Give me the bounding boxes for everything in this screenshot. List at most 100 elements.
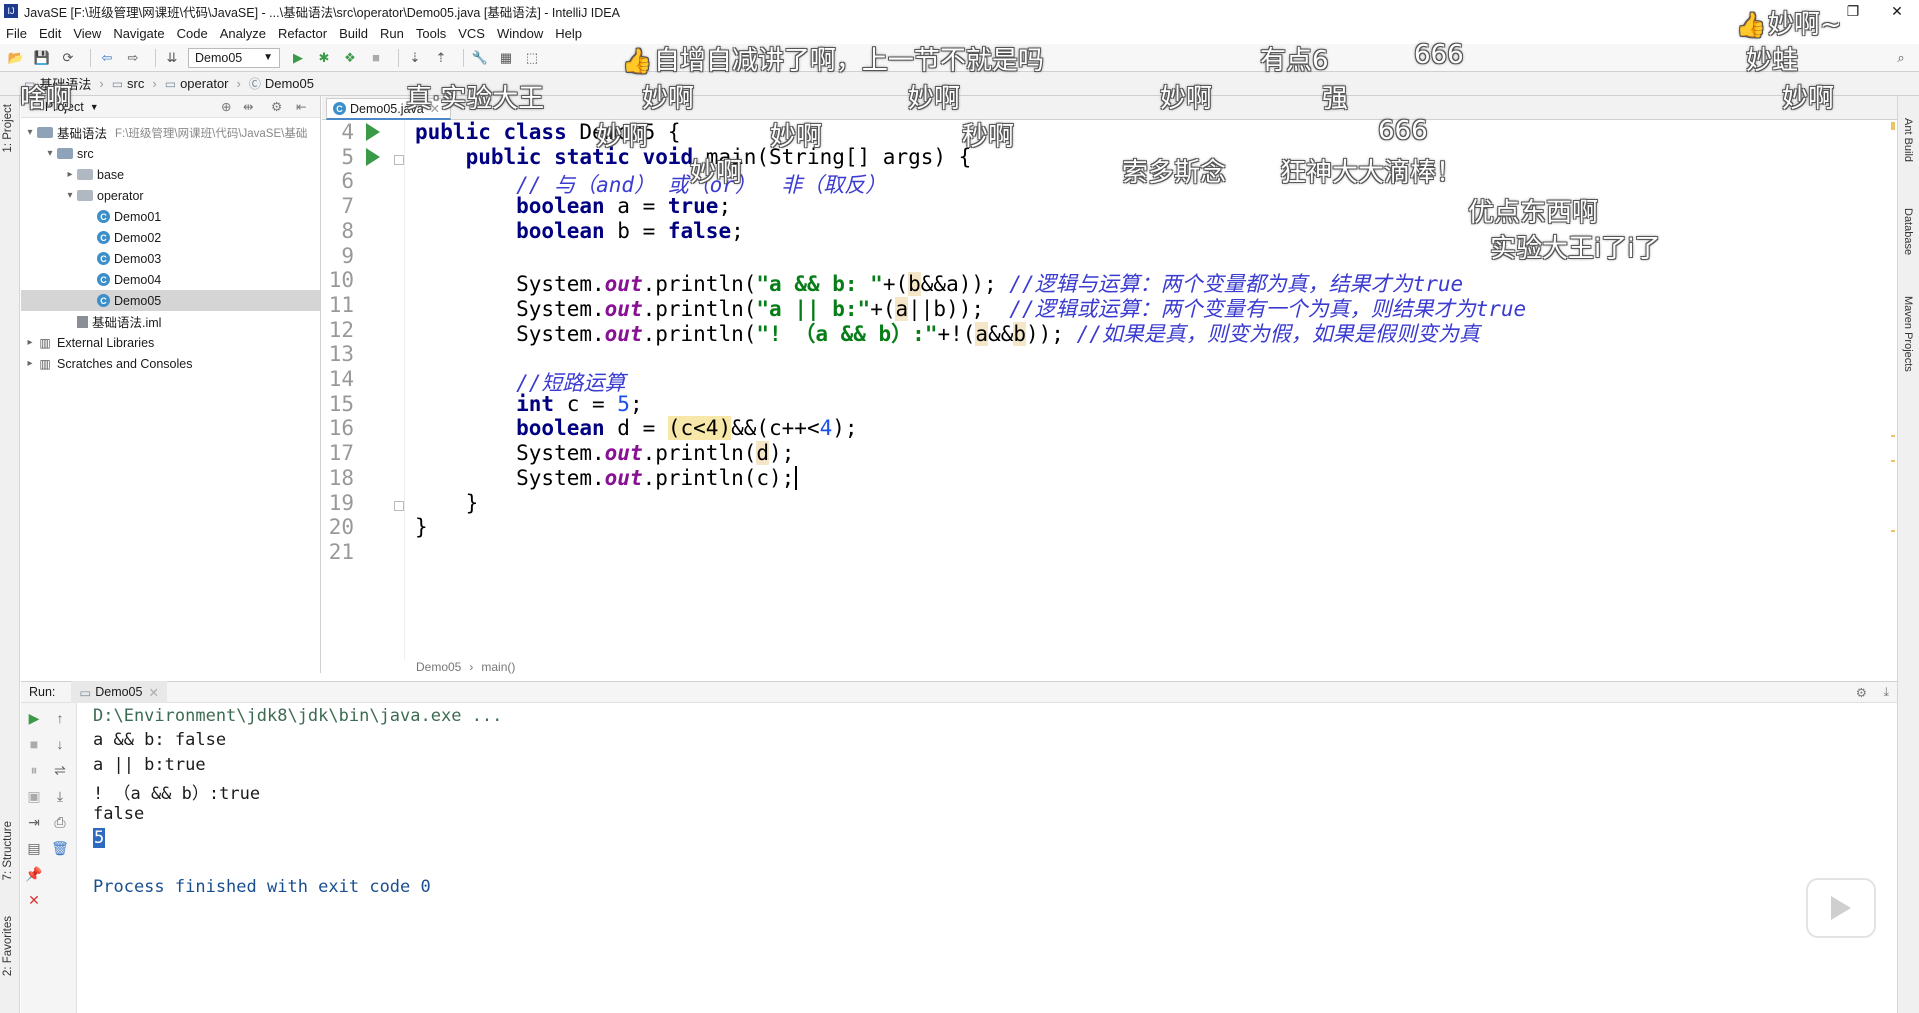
close-window-icon[interactable]: ✕	[1875, 0, 1919, 22]
wrench-icon[interactable]: 🔧	[470, 48, 490, 68]
sdk-icon[interactable]: ⬚	[522, 48, 542, 68]
tree-item[interactable]: ▸ ▥ Scratches and Consoles	[21, 353, 320, 374]
open-folder-icon[interactable]: 📂	[6, 48, 26, 68]
tree-item[interactable]: C Demo01	[21, 206, 320, 227]
menu-item-view[interactable]: View	[73, 26, 101, 41]
code-token: false	[667, 218, 732, 243]
soft-wrap-icon[interactable]: ⇌	[51, 761, 69, 779]
chevron-right-icon[interactable]: ▸	[23, 337, 37, 348]
fold-icon[interactable]	[394, 500, 404, 511]
chevron-right-icon[interactable]: ▸	[23, 358, 37, 369]
scroll-up-icon[interactable]: ↑	[51, 709, 69, 727]
exit-icon[interactable]: ⇥	[25, 813, 43, 831]
layout-icon[interactable]: ▤	[25, 839, 43, 857]
hide-panel-icon[interactable]: ⇤	[296, 99, 306, 114]
tree-item[interactable]: ▾ src	[21, 143, 320, 164]
chevron-down-icon[interactable]: ▼	[90, 102, 99, 112]
gear-icon[interactable]: ⚙	[271, 99, 282, 114]
collapse-all-icon[interactable]: ⇹	[243, 99, 253, 114]
error-stripe-marker[interactable]	[1891, 435, 1895, 437]
build-project-icon[interactable]: ⇊	[162, 48, 182, 68]
save-icon[interactable]: 💾	[32, 48, 52, 68]
menu-item-window[interactable]: Window	[497, 26, 543, 41]
menu-item-help[interactable]: Help	[555, 26, 582, 41]
breadcrumb-item[interactable]: ▭ operator	[165, 76, 229, 91]
chevron-down-icon[interactable]: ▾	[63, 190, 77, 201]
footer-class[interactable]: Demo05	[416, 660, 461, 674]
clear-all-icon[interactable]: 🗑	[51, 839, 69, 857]
scroll-to-end-icon[interactable]: ⤓	[51, 787, 69, 805]
database-tab[interactable]: Database	[1902, 208, 1914, 255]
scroll-down-icon[interactable]: ↓	[51, 735, 69, 753]
pin-icon[interactable]: 📌	[25, 865, 43, 883]
menu-item-file[interactable]: File	[6, 26, 27, 41]
run-icon[interactable]: ▶	[288, 48, 308, 68]
run-configuration-select[interactable]: Demo05 ▼	[188, 47, 280, 68]
print-icon[interactable]: ⎙	[51, 813, 69, 831]
stop-icon[interactable]: ■	[366, 48, 386, 68]
menu-item-run[interactable]: Run	[380, 26, 404, 41]
tree-item[interactable]: 基础语法.iml	[21, 311, 320, 332]
tree-item[interactable]: C Demo05	[21, 290, 320, 311]
breadcrumb-item[interactable]: Ⓒ Demo05	[249, 75, 314, 92]
menu-item-tools[interactable]: Tools	[416, 26, 446, 41]
footer-method[interactable]: main()	[481, 660, 515, 674]
coverage-icon[interactable]: ❖	[340, 48, 360, 68]
menu-item-build[interactable]: Build	[339, 26, 368, 41]
chevron-right-icon[interactable]: ▸	[63, 169, 77, 180]
debug-icon[interactable]: ✱	[314, 48, 334, 68]
run-gutter-icon[interactable]	[366, 123, 380, 141]
tree-item[interactable]: C Demo04	[21, 269, 320, 290]
code-editor[interactable]: public class Demo05 { public static void…	[404, 120, 1894, 660]
code-token: b =	[617, 218, 668, 243]
ant-build-tab[interactable]: Ant Build	[1902, 118, 1914, 162]
structure-tool-tab[interactable]: 7: Structure	[2, 821, 14, 880]
console-text: a && b: false	[93, 730, 227, 751]
rerun-icon[interactable]: ▶	[25, 709, 43, 727]
sync-icon[interactable]: ⟳	[58, 48, 78, 68]
tree-item[interactable]: ▸ base	[21, 164, 320, 185]
code-line: boolean b = false;	[415, 219, 744, 243]
menu-item-vcs[interactable]: VCS	[458, 26, 485, 41]
maven-projects-tab[interactable]: Maven Projects	[1902, 296, 1914, 372]
back-arrow-icon[interactable]: ⇦	[97, 48, 117, 68]
forward-arrow-icon[interactable]: ⇨	[123, 48, 143, 68]
run-tab-demo05[interactable]: ▭ Demo05 ✕	[71, 681, 167, 703]
project-structure-icon[interactable]: ▦	[496, 48, 516, 68]
search-everywhere-icon[interactable]: ⌕	[1891, 48, 1911, 68]
error-stripe-marker[interactable]	[1891, 530, 1895, 532]
pause-icon[interactable]: ⏸	[25, 761, 43, 779]
camera-icon[interactable]: ▣	[25, 787, 43, 805]
console-output[interactable]: D:\Environment\jdk8\jdk\bin\java.exe ...…	[78, 703, 1897, 1013]
console-text: Process finished with exit code 0	[93, 876, 431, 897]
tree-item[interactable]: ▾ operator	[21, 185, 320, 206]
vcs-commit-icon[interactable]: ⇡	[431, 48, 451, 68]
run-gutter-icon[interactable]	[366, 147, 380, 166]
vcs-update-icon[interactable]: ⇣	[405, 48, 425, 68]
locate-icon[interactable]: ⊕	[221, 99, 231, 114]
favorites-tool-tab[interactable]: 2: Favorites	[2, 916, 14, 976]
menu-item-code[interactable]: Code	[177, 26, 208, 41]
menu-item-edit[interactable]: Edit	[39, 26, 61, 41]
fold-icon[interactable]	[394, 154, 404, 165]
menu-item-navigate[interactable]: Navigate	[113, 26, 164, 41]
chevron-down-icon[interactable]: ▾	[23, 127, 37, 138]
menu-item-analyze[interactable]: Analyze	[220, 26, 266, 41]
chevron-down-icon[interactable]: ▾	[43, 148, 57, 159]
hide-panel-icon[interactable]: ⤓	[1883, 685, 1889, 700]
stop-icon[interactable]: ■	[25, 735, 43, 753]
close-icon[interactable]: ✕	[25, 891, 43, 909]
tree-item[interactable]: C Demo02	[21, 227, 320, 248]
video-play-button[interactable]	[1806, 878, 1876, 938]
danmaku-comment: 妙啊~	[1736, 4, 1842, 41]
menu-item-refactor[interactable]: Refactor	[278, 26, 327, 41]
project-tool-tab[interactable]: 1: Project	[2, 104, 14, 153]
tree-item[interactable]: ▸ ▥ External Libraries	[21, 332, 320, 353]
close-tab-icon[interactable]: ✕	[148, 685, 158, 700]
tree-item[interactable]: C Demo03	[21, 248, 320, 269]
error-stripe-marker[interactable]	[1891, 122, 1895, 130]
error-stripe-marker[interactable]	[1891, 460, 1895, 462]
gear-icon[interactable]: ⚙	[1856, 685, 1867, 700]
breadcrumb-item[interactable]: ▭ src	[112, 76, 145, 91]
tree-item[interactable]: ▾ 基础语法 F:\班级管理\网课班\代码\JavaSE\基础	[21, 122, 320, 143]
